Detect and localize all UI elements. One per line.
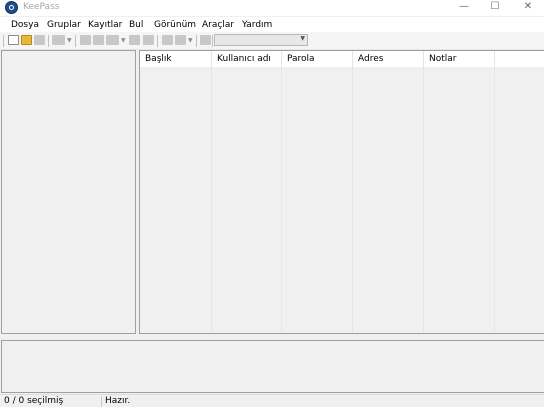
chevron-down-icon[interactable]: ▼ [121, 37, 126, 44]
column-divider [352, 67, 353, 333]
window-title: KeePass [23, 2, 60, 12]
menu-bar: Dosya Gruplar Kayıtlar Bul Görünüm Araçl… [0, 17, 544, 32]
maximize-button[interactable]: ☐ [479, 0, 511, 14]
toolbar-separator [48, 35, 49, 47]
toolbar-grip [3, 35, 4, 47]
group-tree[interactable] [1, 50, 136, 334]
column-divider [494, 67, 495, 333]
find-icon[interactable] [162, 35, 173, 45]
copy-password-icon[interactable] [143, 35, 154, 45]
quick-find-combo[interactable]: ▼ [214, 34, 308, 46]
menu-araclar[interactable]: Araçlar [202, 20, 234, 30]
open-database-icon[interactable] [21, 35, 32, 45]
new-database-icon[interactable] [8, 35, 19, 45]
lock-workspace-icon[interactable] [200, 35, 211, 45]
keepass-app-icon [5, 1, 18, 14]
column-divider [281, 67, 282, 333]
toolbar: ▼ ▼ ▼ ▼ [0, 32, 544, 50]
entry-list[interactable]: Başlık Kullanıcı adı Parola Adres Notlar [139, 50, 544, 334]
menu-kayitlar[interactable]: Kayıtlar [88, 20, 122, 30]
add-entry-icon[interactable] [80, 35, 91, 45]
selection-count: 0 / 0 seçilmiş [4, 396, 64, 406]
status-bar: 0 / 0 seçilmiş Hazır. [0, 394, 544, 407]
menu-yardim[interactable]: Yardım [242, 20, 272, 30]
column-header-url[interactable]: Adres [353, 51, 424, 67]
copy-username-icon[interactable] [129, 35, 140, 45]
edit-entry-icon[interactable] [93, 35, 104, 45]
chevron-down-icon[interactable]: ▼ [67, 37, 72, 44]
column-header-filler [495, 51, 544, 67]
column-divider [423, 67, 424, 333]
save-icon[interactable] [34, 35, 45, 45]
entry-details-pane[interactable] [1, 340, 544, 393]
delete-entry-icon[interactable] [106, 35, 119, 45]
toolbar-separator [157, 35, 158, 47]
close-button[interactable]: ✕ [512, 0, 544, 14]
status-separator [101, 396, 102, 407]
chevron-down-icon[interactable]: ▼ [300, 35, 305, 42]
sync-icon[interactable] [52, 35, 65, 45]
toolbar-separator [212, 35, 213, 47]
menu-gorunum[interactable]: Görünüm [154, 20, 196, 30]
toolbar-separator [196, 35, 197, 47]
menu-bul[interactable]: Bul [129, 20, 143, 30]
column-header-username[interactable]: Kullanıcı adı [212, 51, 282, 67]
column-header-title[interactable]: Başlık [140, 51, 212, 67]
chevron-down-icon[interactable]: ▼ [188, 37, 193, 44]
column-header-password[interactable]: Parola [282, 51, 353, 67]
column-divider [211, 67, 212, 333]
status-message: Hazır. [105, 396, 131, 406]
menu-gruplar[interactable]: Gruplar [47, 20, 81, 30]
minimize-button[interactable]: — [448, 0, 480, 14]
title-bar: KeePass — ☐ ✕ [0, 0, 544, 16]
menu-dosya[interactable]: Dosya [11, 20, 39, 30]
view-icon[interactable] [175, 35, 186, 45]
column-header-notes[interactable]: Notlar [424, 51, 495, 67]
toolbar-separator [75, 35, 76, 47]
